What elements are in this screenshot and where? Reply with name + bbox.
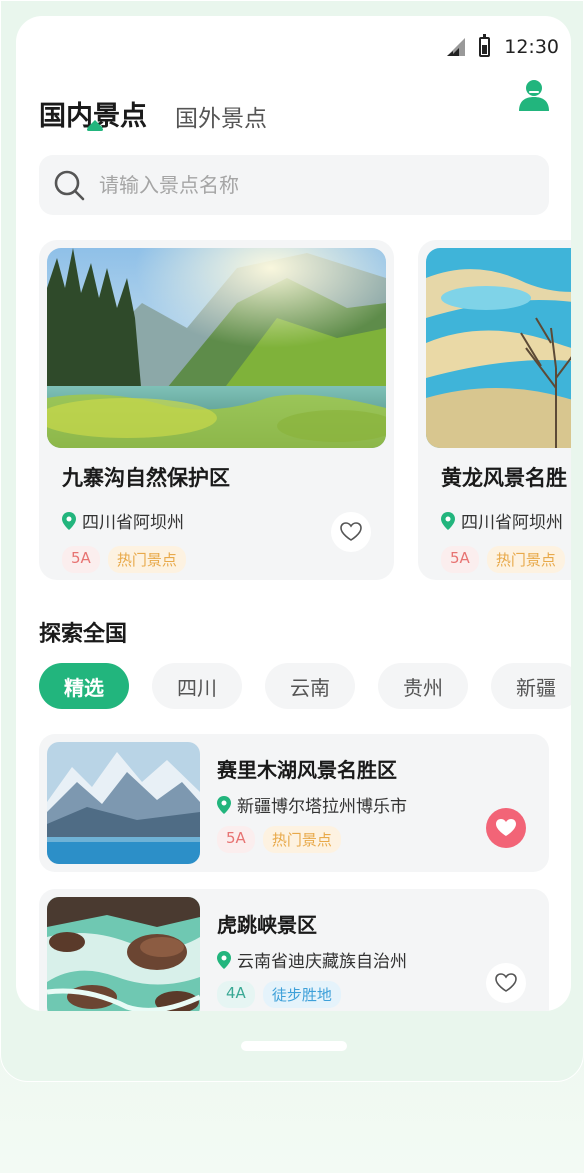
tag-category: 热门景点 [486, 546, 565, 573]
location-pin-icon [217, 795, 231, 814]
card-location-text: 四川省阿坝州 [82, 513, 184, 533]
list-item-tiger-leaping-gorge[interactable]: 虎跳峡景区 云南省迪庆藏族自治州 4A 徒步胜地 [39, 889, 549, 1011]
tag-rating: 5A [62, 546, 100, 573]
search-bar[interactable] [39, 155, 549, 215]
search-icon [54, 170, 85, 201]
tag-rating: 5A [217, 826, 255, 853]
tab-international-label: 国外景点 [175, 106, 267, 132]
tag-rating: 4A [217, 981, 255, 1008]
card-tags: 5A 热门景点 [441, 546, 565, 573]
chip-sichuan[interactable]: 四川 [152, 663, 242, 709]
battery-icon [479, 34, 491, 57]
featured-card-huanglong[interactable]: 黄龙风景名胜 四川省阿坝州 5A 热门景点 [418, 240, 571, 580]
location-pin-icon [62, 511, 76, 530]
search-input[interactable] [99, 173, 499, 197]
tag-rating: 5A [441, 546, 479, 573]
favorite-button[interactable] [331, 512, 371, 552]
favorite-button[interactable] [486, 808, 526, 848]
huanglong-photo [426, 248, 571, 448]
row-location: 新疆博尔塔拉州博乐市 [217, 792, 407, 817]
location-pin-icon [441, 511, 455, 530]
phone-frame: 12:30 国内景点 国外景点 请输入景点名称 九寨沟自然保护区 四川省阿坝州 … [0, 0, 584, 1082]
row-tags: 5A 热门景点 [217, 826, 341, 853]
tag-category: 热门景点 [107, 546, 186, 573]
row-location: 云南省迪庆藏族自治州 [217, 947, 407, 972]
tag-category: 热门景点 [262, 826, 341, 853]
active-tab-indicator [87, 120, 103, 131]
row-location-text: 新疆博尔塔拉州博乐市 [237, 797, 407, 817]
home-indicator[interactable] [241, 1041, 347, 1051]
card-location: 四川省阿坝州 [441, 508, 563, 533]
heart-outline-icon [340, 522, 362, 541]
sayram-lake-photo [47, 742, 200, 864]
status-time: 12:30 [504, 36, 559, 58]
location-tabs: 国内景点 国外景点 [39, 94, 267, 133]
featured-card-jiuzhaigou[interactable]: 九寨沟自然保护区 四川省阿坝州 5A 热门景点 [39, 240, 394, 580]
app-screen: 12:30 国内景点 国外景点 请输入景点名称 九寨沟自然保护区 四川省阿坝州 … [16, 16, 571, 1011]
card-location-text: 四川省阿坝州 [461, 513, 563, 533]
chip-featured[interactable]: 精选 [39, 663, 129, 709]
section-title: 探索全国 [39, 622, 128, 647]
chip-guizhou[interactable]: 贵州 [378, 663, 468, 709]
tab-international[interactable]: 国外景点 [175, 99, 267, 133]
row-title: 虎跳峡景区 [217, 913, 317, 937]
row-location-text: 云南省迪庆藏族自治州 [237, 952, 407, 972]
chip-xinjiang[interactable]: 新疆 [491, 663, 571, 709]
tiger-leaping-gorge-photo [47, 897, 200, 1011]
heart-outline-icon [495, 973, 517, 992]
row-tags: 4A 徒步胜地 [217, 981, 341, 1008]
signal-icon [447, 38, 466, 56]
card-tags: 5A 热门景点 [62, 546, 186, 573]
tag-category: 徒步胜地 [262, 981, 341, 1008]
location-pin-icon [217, 950, 231, 969]
card-title: 九寨沟自然保护区 [62, 466, 230, 490]
list-item-sayram-lake[interactable]: 赛里木湖风景名胜区 新疆博尔塔拉州博乐市 5A 热门景点 [39, 734, 549, 872]
card-title: 黄龙风景名胜 [441, 466, 567, 490]
jiuzhaigou-photo [47, 248, 386, 448]
heart-filled-icon [496, 819, 516, 836]
user-icon[interactable] [518, 78, 550, 112]
row-title: 赛里木湖风景名胜区 [217, 758, 397, 782]
region-filter-chips: 精选 四川 云南 贵州 新疆 [39, 663, 571, 709]
status-bar: 12:30 [447, 34, 559, 60]
favorite-button[interactable] [486, 963, 526, 1003]
card-location: 四川省阿坝州 [62, 508, 184, 533]
chip-yunnan[interactable]: 云南 [265, 663, 355, 709]
